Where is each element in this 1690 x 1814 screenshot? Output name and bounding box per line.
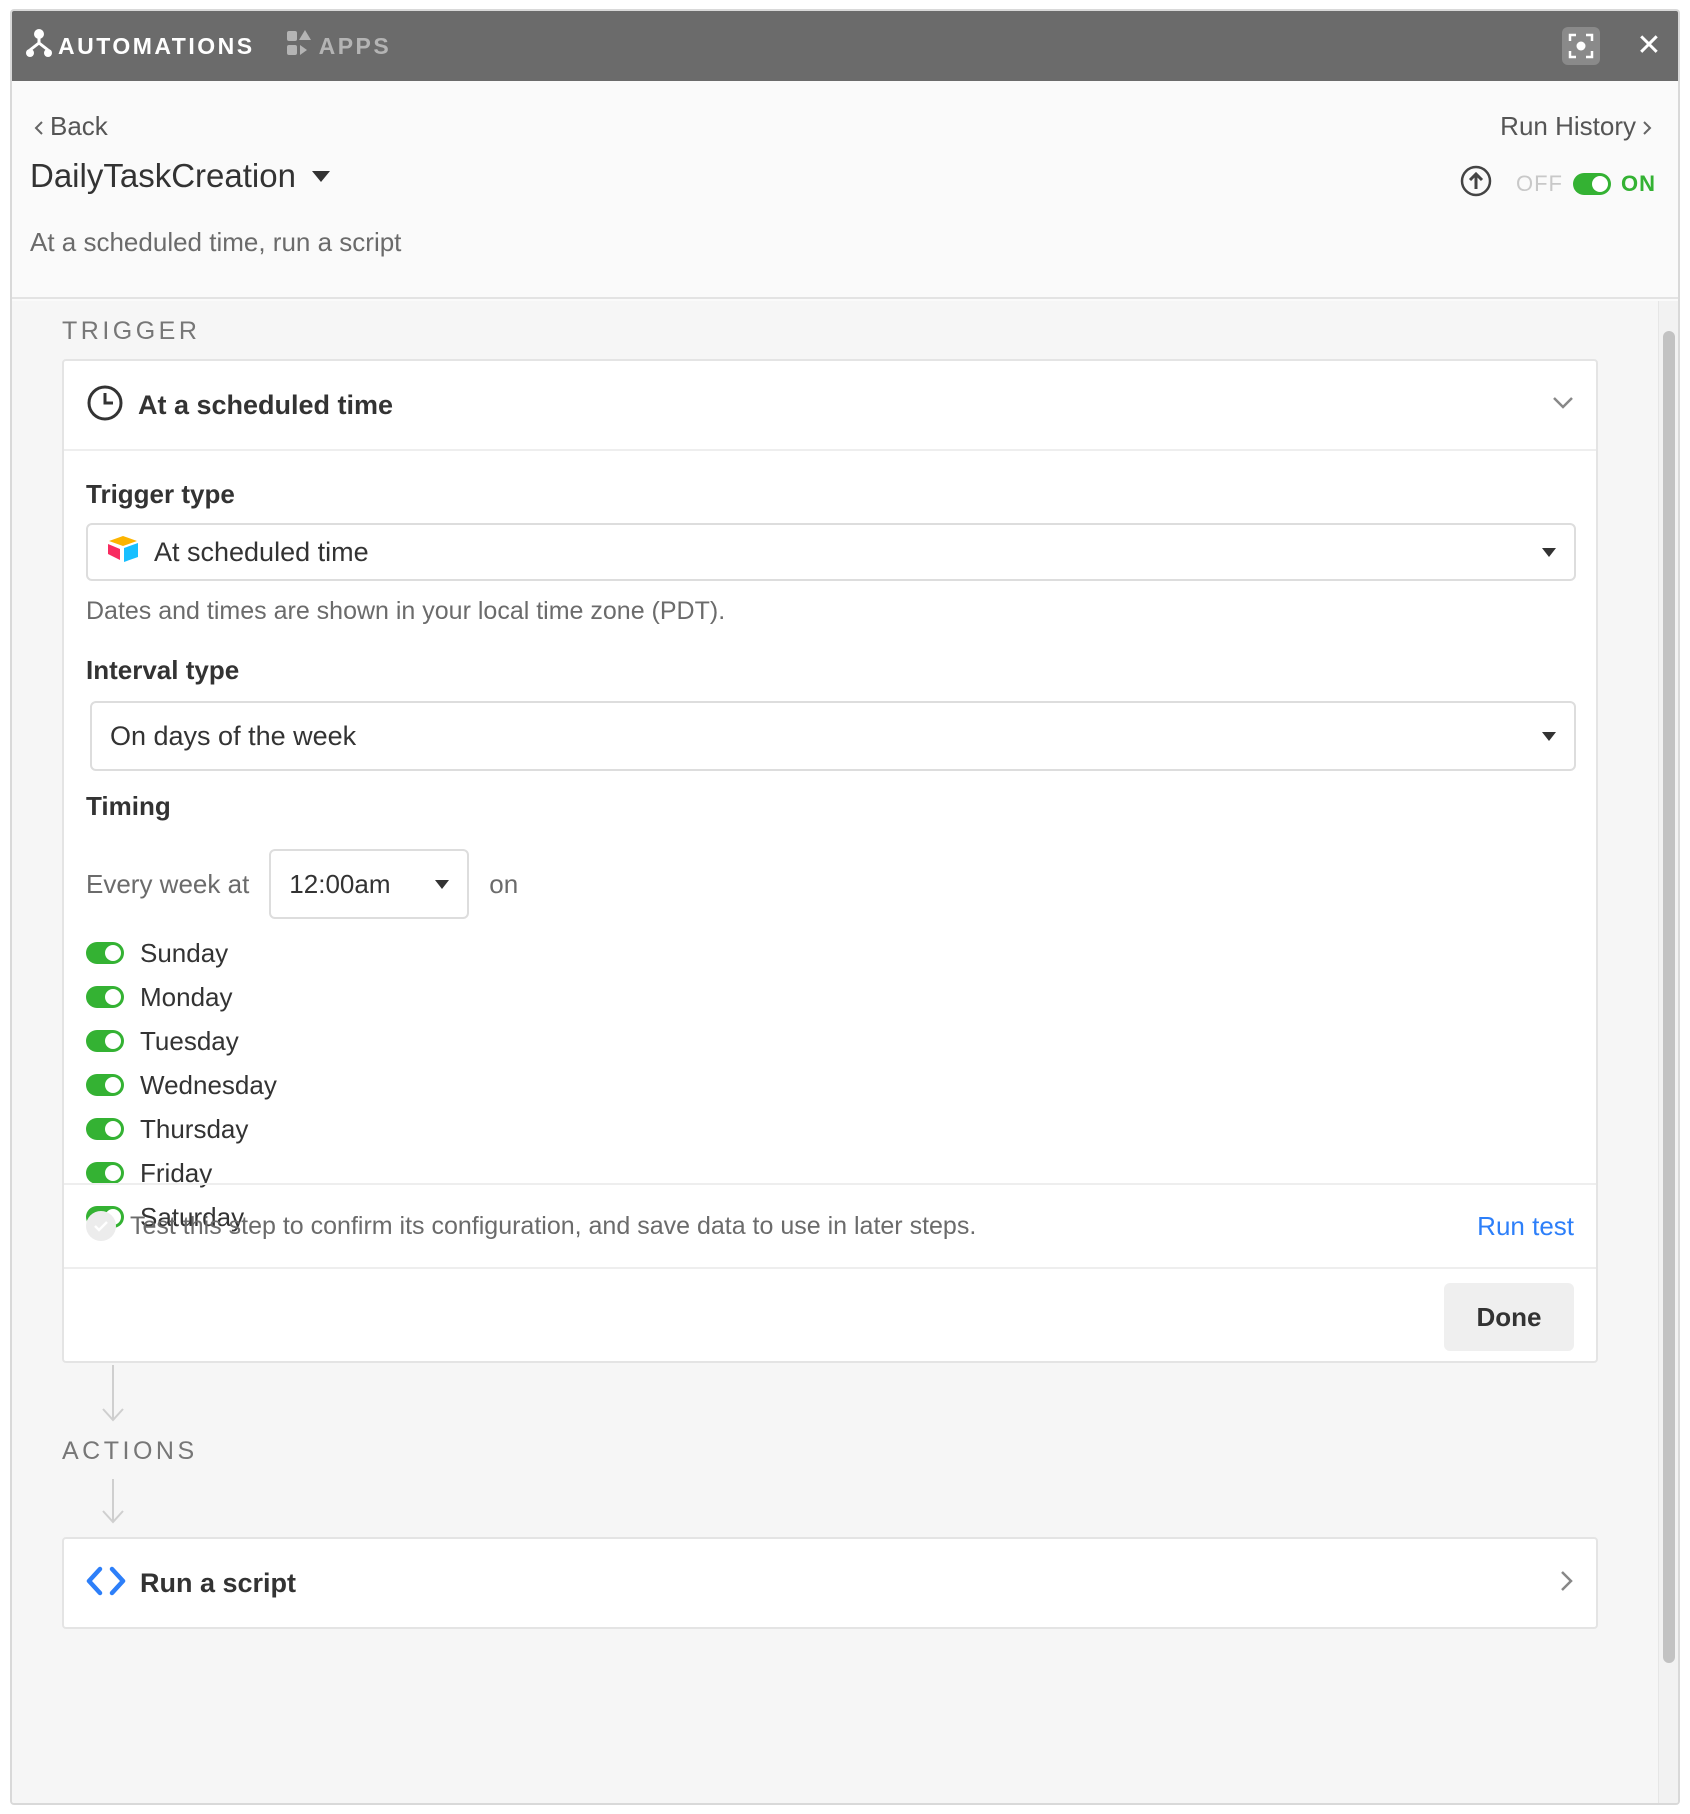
tab-automations-label: AUTOMATIONS [58,32,255,59]
automation-subtitle: At a scheduled time, run a script [30,227,402,257]
day-row-tuesday: Tuesday [86,1019,277,1063]
connector-arrow-icon [98,1479,128,1530]
close-icon[interactable]: ✕ [1634,31,1664,61]
interval-type-value: On days of the week [110,720,357,751]
trigger-type-label: Trigger type [86,479,235,509]
tab-automations[interactable]: AUTOMATIONS [26,28,255,64]
done-button[interactable]: Done [1444,1283,1574,1351]
timezone-help: Dates and times are shown in your local … [86,597,726,625]
automation-name: DailyTaskCreation [30,157,296,194]
caret-down-icon [435,879,450,889]
day-row-thursday: Thursday [86,1107,277,1151]
expand-icon[interactable] [1562,27,1600,65]
automation-name-dropdown[interactable]: DailyTaskCreation [30,157,330,195]
day-row-sunday: Sunday [86,931,277,975]
automations-panel: AUTOMATIONS APPS ✕ Back Run History Dail… [10,9,1680,1805]
title-bar: AUTOMATIONS APPS ✕ [12,11,1678,81]
test-step-text: Test this step to confirm its configurat… [130,1211,977,1240]
interval-type-label: Interval type [86,655,240,685]
automation-toggle-area: OFF ON [1460,165,1656,202]
trigger-type-select[interactable]: At scheduled time [86,523,1576,581]
tab-apps[interactable]: APPS [285,29,392,63]
upload-icon[interactable] [1460,165,1492,202]
automation-header: Back Run History DailyTaskCreation OFF O… [12,81,1678,299]
interval-type-select[interactable]: On days of the week [90,701,1576,771]
apps-icon [285,29,313,63]
timing-row: Every week at 12:00am on [86,849,518,919]
action-run-script-label: Run a script [140,1567,297,1598]
trigger-card-header[interactable]: At a scheduled time [64,361,1596,451]
tab-apps-label: APPS [318,32,392,59]
run-history-link[interactable]: Run History [1500,111,1652,142]
day-label: Sunday [140,937,229,968]
check-circle-icon [86,1211,116,1241]
actions-section-label: ACTIONS [62,1437,198,1465]
chevron-right-icon [1560,1570,1574,1597]
day-row-wednesday: Wednesday [86,1063,277,1107]
scrollbar-track[interactable] [1658,301,1678,1803]
time-select[interactable]: 12:00am [269,849,470,919]
timing-label: Timing [86,791,171,821]
toggle-off-label: OFF [1516,170,1563,196]
connector-arrow-icon [98,1365,128,1428]
tuesday-toggle[interactable] [86,1030,124,1052]
action-run-script[interactable]: Run a script [62,1537,1598,1629]
time-value: 12:00am [289,868,391,899]
trigger-card: At a scheduled time Trigger type At sche… [62,359,1598,1363]
toggle-on-label: ON [1621,170,1656,196]
test-step-row: Test this step to confirm its configurat… [64,1183,1596,1269]
monday-toggle[interactable] [86,986,124,1008]
day-label: Wednesday [140,1069,277,1100]
automation-body: TRIGGER At a scheduled time Trigger type [12,301,1678,1803]
back-link[interactable]: Back [34,111,108,142]
wednesday-toggle[interactable] [86,1074,124,1096]
chevron-down-icon[interactable] [1552,396,1574,415]
caret-down-icon [1542,547,1556,557]
day-label: Thursday [140,1113,249,1144]
run-test-link[interactable]: Run test [1477,1211,1574,1242]
trigger-type-value: At scheduled time [154,536,369,567]
sunday-toggle[interactable] [86,942,124,964]
chevron-left-icon [34,111,44,142]
caret-down-icon [1542,731,1556,741]
day-row-monday: Monday [86,975,277,1019]
code-icon [86,1566,126,1601]
trigger-card-title: At a scheduled time [138,389,394,420]
back-label: Back [50,111,108,141]
clock-icon [86,384,124,427]
thursday-toggle[interactable] [86,1118,124,1140]
automations-icon [26,28,52,64]
automation-on-toggle[interactable] [1573,172,1611,195]
every-week-at-label: Every week at [86,868,250,899]
friday-toggle[interactable] [86,1162,124,1184]
caret-down-icon [311,170,330,182]
scrollbar-thumb[interactable] [1663,331,1675,1663]
trigger-section-label: TRIGGER [62,317,201,345]
chevron-right-icon [1642,111,1652,142]
airtable-logo-icon [106,535,140,570]
run-history-label: Run History [1500,111,1636,141]
day-label: Monday [140,981,233,1012]
day-label: Tuesday [140,1025,239,1056]
on-label: on [489,868,519,899]
